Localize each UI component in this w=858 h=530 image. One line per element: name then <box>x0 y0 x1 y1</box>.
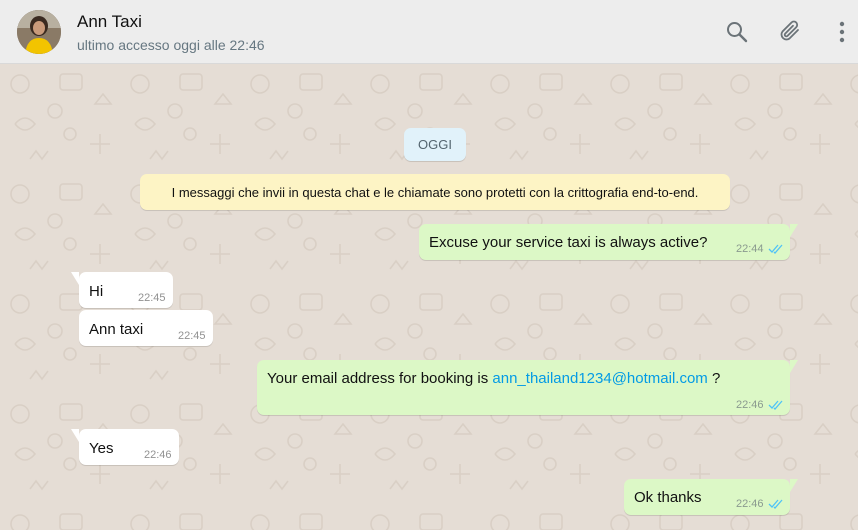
message-bubble-incoming[interactable]: Hi 22:45 <box>71 272 173 308</box>
message-bubble-outgoing[interactable]: Your email address for booking is ann_th… <box>257 360 798 415</box>
message-time: 22:45 <box>138 292 166 304</box>
date-chip: OGGI <box>404 128 466 161</box>
message-bubble-incoming[interactable]: Yes 22:46 <box>71 429 179 465</box>
message-text: Ann taxi <box>89 321 144 338</box>
message-time: 22:46 <box>736 399 764 411</box>
bubble-tail <box>790 224 798 237</box>
message-bubble-incoming[interactable]: Ann taxi 22:45 <box>79 310 213 346</box>
message-bubble-outgoing[interactable]: Ok thanks 22:46 <box>624 479 798 515</box>
message-text-after: ? <box>707 370 721 387</box>
contact-last-seen: ultimo accesso oggi alle 22:46 <box>77 37 265 53</box>
message-text: Yes <box>89 440 114 457</box>
chat-area[interactable]: OGGI I messaggi che invii in questa chat… <box>0 64 858 530</box>
menu-icon[interactable] <box>834 18 850 46</box>
encryption-notice[interactable]: I messaggi che invii in questa chat e le… <box>140 174 730 210</box>
contact-name[interactable]: Ann Taxi <box>77 12 142 32</box>
bubble-tail <box>790 479 798 492</box>
message-time: 22:46 <box>736 498 764 510</box>
double-check-icon <box>768 400 783 410</box>
attach-icon[interactable] <box>778 18 804 46</box>
message-text: Hi <box>89 283 104 300</box>
email-link[interactable]: ann_thailand1234@hotmail.com <box>492 370 707 387</box>
message-time: 22:45 <box>178 330 206 342</box>
chat-header: Ann Taxi ultimo accesso oggi alle 22:46 <box>0 0 858 64</box>
message-text: Excuse your service taxi is always activ… <box>429 234 708 251</box>
message-text-before: Your email address for booking is <box>267 370 493 387</box>
message-time: 22:44 <box>736 243 764 255</box>
message-text: Ok thanks <box>634 489 702 506</box>
double-check-icon <box>768 499 783 509</box>
bubble-tail <box>790 360 798 373</box>
contact-avatar[interactable] <box>17 10 61 54</box>
search-icon[interactable] <box>724 18 750 46</box>
message-text: Your email address for booking is ann_th… <box>267 370 720 387</box>
double-check-icon <box>768 244 783 254</box>
encryption-notice-text: I messaggi che invii in questa chat e le… <box>171 184 699 200</box>
bubble-tail <box>71 272 79 285</box>
bubble-tail <box>71 429 79 442</box>
message-bubble-outgoing[interactable]: Excuse your service taxi is always activ… <box>419 224 798 260</box>
message-time: 22:46 <box>144 449 172 461</box>
